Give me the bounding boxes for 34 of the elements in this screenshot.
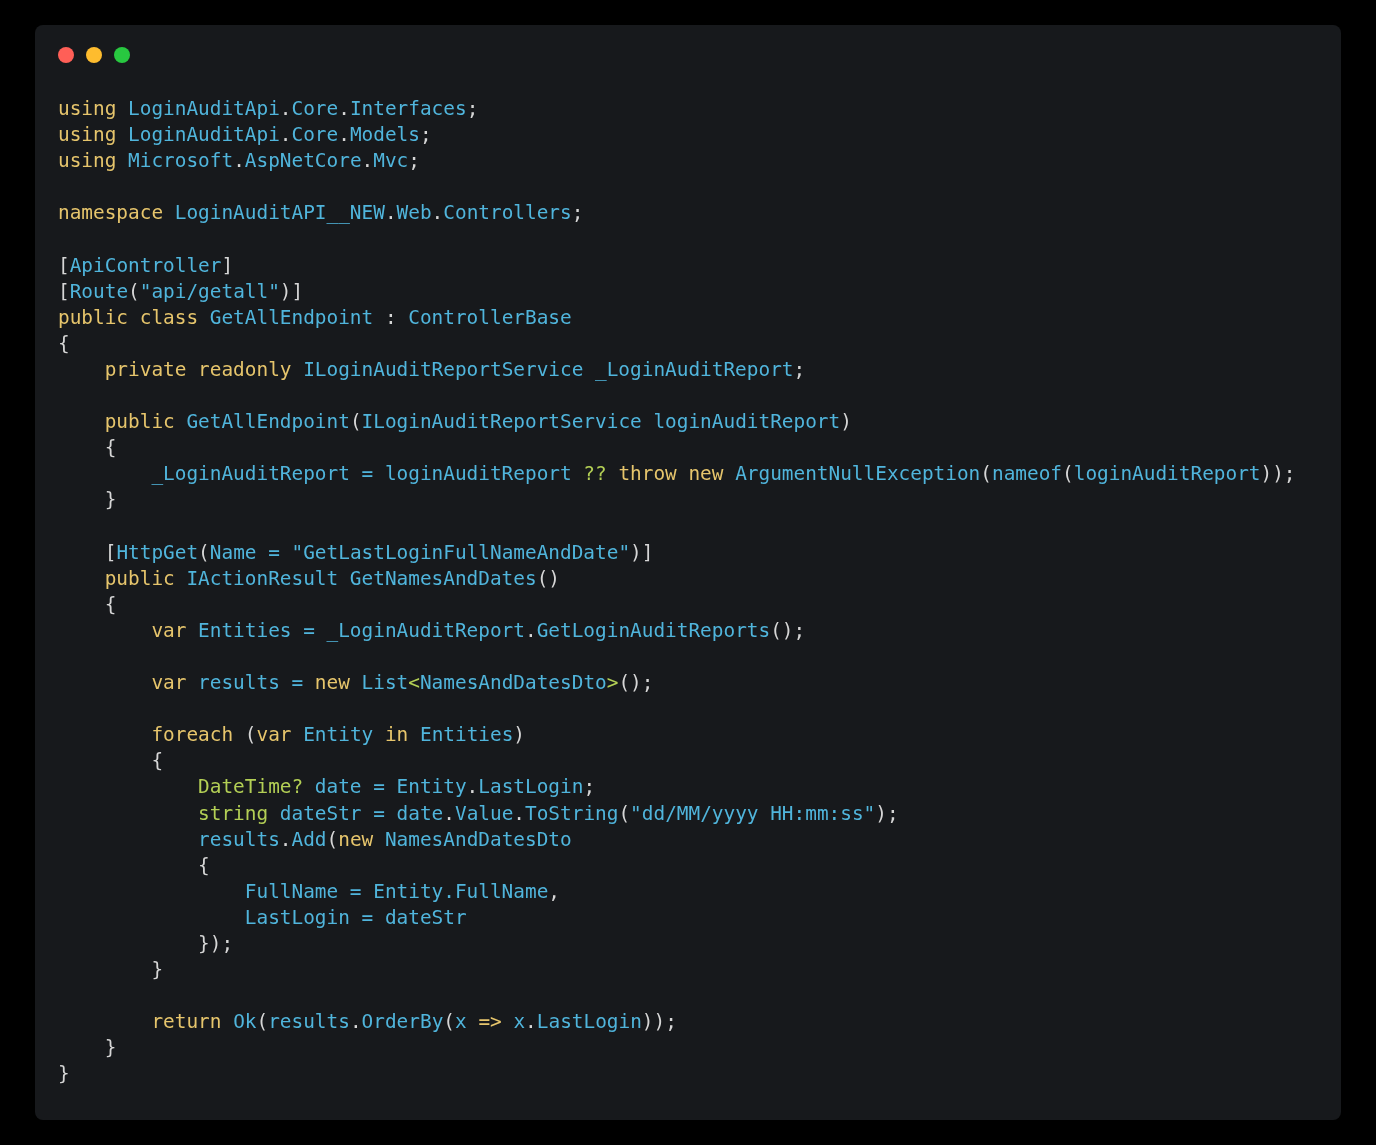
code-line: [ApiController]	[58, 252, 234, 279]
code-line: LastLogin = dateStr	[243, 904, 467, 931]
code-line: results.Add(new NamesAndDatesDto	[197, 826, 572, 853]
code-line: var Entities = _LoginAuditReport.GetLoginAuditReports();	[150, 617, 806, 644]
code-line: [Route("api/getall")]	[58, 278, 304, 305]
code-line: foreach (var Entity in Entities)	[150, 722, 526, 749]
code-line: {	[150, 748, 164, 775]
code-line: {	[103, 591, 117, 618]
code-line: DateTime? date = Entity.LastLogin;	[197, 774, 596, 801]
code-line: return Ok(results.OrderBy(x => x.LastLogin));	[150, 1009, 677, 1036]
code-line: {	[197, 852, 210, 879]
code-line: string dateStr = date.Value.ToString("dd/MM/yyyy HH:mm:ss");	[197, 800, 899, 827]
code-line: [HttpGet(Name = "GetLastLoginFullNameAndDate")]	[103, 539, 654, 566]
code-line: FullName = Entity.FullName,	[243, 878, 560, 905]
window-control-dot[interactable]	[58, 47, 74, 63]
window-control-dot[interactable]	[86, 47, 102, 63]
window-control-dot[interactable]	[114, 47, 130, 63]
code-line: namespace LoginAuditAPI__NEW.Web.Controllers;	[58, 200, 584, 227]
code-line: using Microsoft.AspNetCore.Mvc;	[58, 148, 420, 175]
code-line: public class GetAllEndpoint : ControllerBase	[58, 304, 572, 331]
code-line: }	[150, 957, 164, 984]
code-line: public GetAllEndpoint(ILoginAuditReportService loginAuditReport)	[103, 409, 852, 436]
code-line: _LoginAuditReport = loginAuditReport ?? throw new ArgumentNullException(nameof(loginAuditReport));	[150, 461, 1296, 488]
code-line: using LoginAuditApi.Core.Models;	[58, 122, 432, 149]
code-line: }	[103, 487, 117, 514]
code-line: public IActionResult GetNamesAndDates()	[103, 565, 560, 592]
code-line: {	[103, 435, 117, 462]
code-line: var results = new List<NamesAndDatesDto>();	[150, 670, 654, 697]
code-line: }	[103, 1035, 117, 1062]
code-line: });	[197, 931, 234, 957]
code-line: }	[58, 1061, 70, 1088]
code-line: private readonly ILoginAuditReportService _LoginAuditReport;	[103, 356, 806, 383]
code-line: {	[58, 330, 70, 357]
code-line: using LoginAuditApi.Core.Interfaces;	[58, 96, 479, 122]
